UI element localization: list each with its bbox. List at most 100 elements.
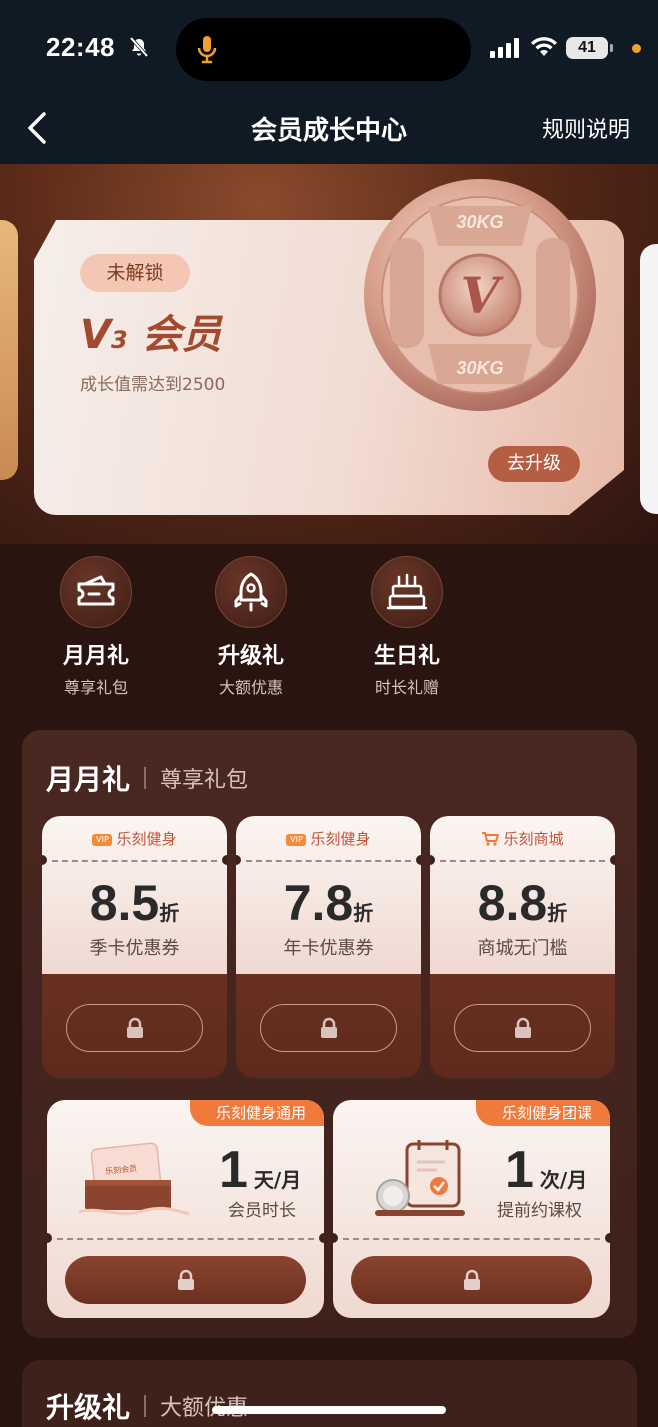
coupon-locked-button[interactable]	[260, 1004, 397, 1052]
benefits-row: 月月礼 尊享礼包 升级礼 大额优惠 生日礼 时长礼赠	[0, 556, 658, 706]
benefit-icon-circle	[60, 556, 132, 628]
benefit-title: 生日礼	[373, 644, 440, 669]
benefit-notch	[605, 1233, 610, 1243]
status-bar: 22:48 41	[0, 0, 658, 98]
cake-icon	[387, 573, 427, 610]
plate-weight-bottom: 30KG	[456, 358, 503, 378]
vip-requirement: 成长值需达到2500	[80, 375, 226, 395]
benefit-notch	[47, 1233, 52, 1243]
rocket-icon	[234, 572, 268, 612]
coupon-locked-button[interactable]	[454, 1004, 591, 1052]
vip-level-suffix: 会员	[141, 312, 222, 358]
cellular-signal-icon	[490, 38, 519, 58]
coupon-unit: 折	[159, 901, 180, 925]
benefit-amount: 1 天/月	[219, 1140, 301, 1200]
coupon-discount: 8.8	[477, 875, 548, 931]
benefit-monthly[interactable]: 月月礼 尊享礼包	[36, 556, 156, 698]
lock-icon	[514, 1017, 531, 1038]
status-time: 22:48	[46, 32, 115, 62]
coupon-amount: 7.8折	[236, 874, 421, 932]
benefit-unit: 次/月	[539, 1168, 588, 1192]
benefit-notch	[333, 1233, 338, 1243]
lock-icon	[177, 1269, 194, 1290]
coupon-unit: 折	[353, 901, 374, 925]
upgrade-button[interactable]: 去升级	[488, 446, 580, 482]
section-title: 升级礼	[46, 1391, 131, 1424]
coupon-notch	[222, 855, 227, 865]
section-subtitle: 尊享礼包	[160, 768, 249, 793]
microphone-icon	[197, 36, 217, 64]
benefit-title: 升级礼	[217, 644, 284, 669]
battery-indicator: 41	[566, 37, 613, 59]
coupon-locked-button[interactable]	[66, 1004, 203, 1052]
locked-badge: 未解锁	[80, 254, 190, 292]
coupon-brand: 乐刻健身	[310, 830, 371, 848]
rules-link[interactable]: 规则说明	[542, 112, 630, 144]
benefit-card-membership[interactable]: 乐刻健身通用 乐刻会员 1 天/月 会员时长	[47, 1100, 324, 1318]
benefit-divider	[57, 1238, 314, 1240]
monthly-gift-section: 月月礼 尊享礼包 VIP 乐刻健身 8.5折 季卡优惠券 VIP 乐刻健身 7.…	[22, 730, 637, 1338]
section-divider	[144, 1395, 147, 1417]
next-level-card[interactable]	[640, 244, 658, 514]
benefit-locked-button[interactable]	[65, 1256, 306, 1304]
lock-icon	[463, 1269, 480, 1290]
benefit-icon-circle	[215, 556, 287, 628]
bell-muted-icon	[129, 36, 149, 58]
home-indicator[interactable]	[212, 1406, 446, 1414]
calendar-clock-icon	[375, 1140, 465, 1216]
benefit-notch	[319, 1233, 324, 1243]
benefit-title: 月月礼	[62, 644, 129, 669]
prev-level-card[interactable]	[0, 220, 18, 480]
benefit-number: 1	[219, 1141, 248, 1199]
coupon-card[interactable]: VIP 乐刻健身 8.5折 季卡优惠券	[42, 816, 227, 1078]
benefit-card-ribbon: 乐刻健身团课	[475, 1100, 610, 1126]
section-divider	[144, 767, 147, 789]
upgrade-gift-section: 升级礼 大额优惠	[22, 1360, 637, 1427]
lock-icon	[126, 1017, 143, 1038]
coupon-description: 年卡优惠券	[283, 938, 374, 959]
coupon-discount: 7.8	[283, 875, 354, 931]
coupon-brand-tag: VIP 乐刻健身	[42, 828, 227, 849]
coupon-amount: 8.5折	[42, 874, 227, 932]
benefit-subtitle: 大额优惠	[218, 678, 283, 697]
coupon-notch	[416, 855, 421, 865]
coupon-description: 商城无门槛	[477, 938, 568, 959]
benefit-number: 1	[505, 1141, 534, 1199]
benefit-unit: 天/月	[253, 1168, 302, 1192]
section-header: 月月礼 尊享礼包	[46, 758, 248, 798]
weight-plate-icon: V 30KG 30KG	[364, 179, 596, 411]
coupon-card[interactable]: 乐刻商城 8.8折 商城无门槛	[430, 816, 615, 1078]
coupon-divider	[440, 860, 605, 862]
nav-bar: 会员成长中心 规则说明	[0, 98, 658, 164]
dynamic-island	[176, 18, 471, 81]
coupon-divider	[52, 860, 217, 862]
lock-icon	[320, 1017, 337, 1038]
benefit-card-class-booking[interactable]: 乐刻健身团课 1 次/月 提前约课权	[333, 1100, 610, 1318]
benefit-amount: 1 次/月	[505, 1140, 587, 1200]
vip-level-letter: V	[80, 312, 111, 358]
benefit-icon-circle	[371, 556, 443, 628]
benefit-divider	[343, 1238, 600, 1240]
privacy-dot	[632, 44, 641, 53]
gift-box-icon: 乐刻会员	[79, 1142, 189, 1216]
benefit-birthday[interactable]: 生日礼 时长礼赠	[347, 556, 467, 698]
plate-letter: V	[461, 266, 505, 325]
plate-weight-top: 30KG	[456, 212, 503, 232]
coupon-brand-tag: VIP 乐刻健身	[236, 828, 421, 849]
coupon-description: 季卡优惠券	[89, 938, 180, 959]
coupon-unit: 折	[547, 901, 568, 925]
vip-icon: VIP	[92, 834, 113, 846]
benefit-subtitle: 时长礼赠	[374, 678, 439, 697]
vip-level-title: V3 会员	[80, 302, 222, 360]
coupon-card[interactable]: VIP 乐刻健身 7.8折 年卡优惠券	[236, 816, 421, 1078]
vip-level-number: 3	[110, 326, 128, 354]
benefit-upgrade[interactable]: 升级礼 大额优惠	[191, 556, 311, 698]
benefit-subtitle: 尊享礼包	[63, 678, 128, 697]
ticket-icon	[77, 575, 115, 606]
benefit-locked-button[interactable]	[351, 1256, 592, 1304]
benefit-description: 会员时长	[228, 1201, 296, 1221]
coupon-brand: 乐刻商城	[503, 830, 564, 848]
section-title: 月月礼	[46, 763, 131, 796]
vip-icon: VIP	[286, 834, 307, 846]
coupon-brand: 乐刻健身	[116, 830, 177, 848]
